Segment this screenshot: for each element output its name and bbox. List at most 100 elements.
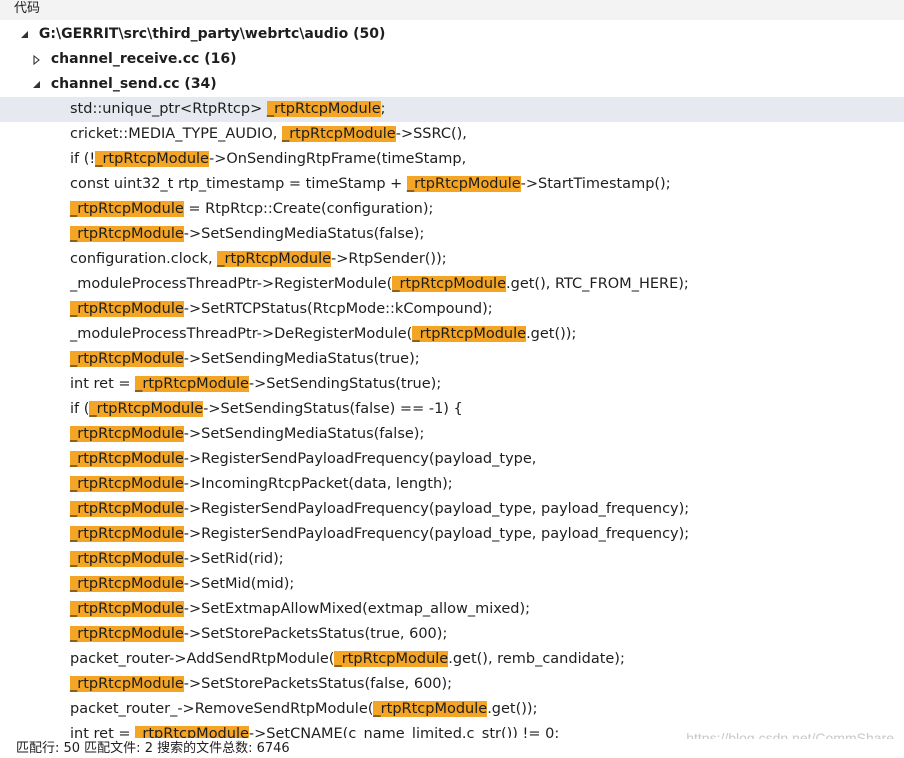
- code-text: packet_router->AddSendRtpModule(: [70, 651, 335, 667]
- match-line[interactable]: std::unique_ptr<RtpRtcp> _rtpRtcpModule;: [0, 97, 904, 122]
- match-highlight: _rtpRtcpModule: [412, 326, 527, 342]
- code-text: ->SetRTCPStatus(RtcpMode::kCompound);: [183, 301, 493, 317]
- code-text: cricket::MEDIA_TYPE_AUDIO,: [70, 126, 282, 142]
- code-text: std::unique_ptr<RtpRtcp>: [70, 101, 267, 117]
- match-highlight: _rtpRtcpModule: [70, 576, 184, 592]
- code-text: ->RegisterSendPayloadFrequency(payload_t…: [183, 526, 690, 542]
- match-highlight: _rtpRtcpModule: [70, 426, 184, 442]
- match-line[interactable]: _moduleProcessThreadPtr->RegisterModule(…: [0, 272, 904, 297]
- match-line[interactable]: _rtpRtcpModule->SetSendingMediaStatus(tr…: [0, 347, 904, 372]
- tree-file-channel-send[interactable]: channel_send.cc (34): [0, 72, 904, 97]
- match-highlight: _rtpRtcpModule: [70, 526, 184, 542]
- match-line[interactable]: if (_rtpRtcpModule->SetSendingStatus(fal…: [0, 397, 904, 422]
- match-line[interactable]: _rtpRtcpModule = RtpRtcp::Create(configu…: [0, 197, 904, 222]
- match-highlight: _rtpRtcpModule: [70, 676, 184, 692]
- code-text: .get(), remb_candidate);: [448, 651, 625, 667]
- match-highlight: _rtpRtcpModule: [406, 176, 521, 192]
- code-text: ->SetCNAME(c_name_limited.c_str()) != 0;: [248, 726, 560, 738]
- match-highlight: _rtpRtcpModule: [70, 626, 184, 642]
- tree-root-folder[interactable]: G:\GERRIT\src\third_party\webrtc\audio (…: [0, 22, 904, 47]
- match-line[interactable]: _rtpRtcpModule->IncomingRtcpPacket(data,…: [0, 472, 904, 497]
- match-highlight: _rtpRtcpModule: [70, 551, 184, 567]
- code-text: ->SetStorePacketsStatus(true, 600);: [183, 626, 448, 642]
- code-text: int ret =: [70, 376, 136, 392]
- match-line[interactable]: _rtpRtcpModule->RegisterSendPayloadFrequ…: [0, 497, 904, 522]
- tree-file-channel-receive[interactable]: channel_receive.cc (16): [0, 47, 904, 72]
- collapsed-triangle-icon[interactable]: [32, 47, 44, 72]
- match-line[interactable]: configuration.clock, _rtpRtcpModule->Rtp…: [0, 247, 904, 272]
- tree-file-label: channel_send.cc (34): [50, 76, 217, 92]
- match-line[interactable]: const uint32_t rtp_timestamp = timeStamp…: [0, 172, 904, 197]
- match-line[interactable]: _rtpRtcpModule->SetStorePacketsStatus(fa…: [0, 672, 904, 697]
- code-text: ->RtpSender());: [331, 251, 447, 267]
- match-line[interactable]: _rtpRtcpModule->SetExtmapAllowMixed(extm…: [0, 597, 904, 622]
- match-highlight: _rtpRtcpModule: [392, 276, 506, 292]
- match-line[interactable]: _rtpRtcpModule->SetRid(rid);: [0, 547, 904, 572]
- match-line[interactable]: _rtpRtcpModule->RegisterSendPayloadFrequ…: [0, 447, 904, 472]
- code-text: ->SSRC(),: [395, 126, 467, 142]
- match-highlight: _rtpRtcpModule: [266, 101, 381, 117]
- match-highlight: _rtpRtcpModule: [135, 726, 249, 738]
- code-text: ;: [380, 101, 386, 117]
- match-line[interactable]: _rtpRtcpModule->SetSendingMediaStatus(fa…: [0, 222, 904, 247]
- match-line[interactable]: _rtpRtcpModule->SetSendingMediaStatus(fa…: [0, 422, 904, 447]
- expanded-triangle-icon[interactable]: [20, 22, 32, 47]
- match-line[interactable]: int ret = _rtpRtcpModule->SetSendingStat…: [0, 372, 904, 397]
- code-text: _moduleProcessThreadPtr->RegisterModule(: [70, 276, 393, 292]
- code-text: ->SetStorePacketsStatus(false, 600);: [183, 676, 453, 692]
- match-line[interactable]: _rtpRtcpModule->SetMid(mid);: [0, 572, 904, 597]
- match-highlight: _rtpRtcpModule: [70, 451, 184, 467]
- match-highlight: _rtpRtcpModule: [70, 201, 184, 217]
- match-highlight: _rtpRtcpModule: [70, 301, 184, 317]
- match-highlight: _rtpRtcpModule: [70, 601, 184, 617]
- match-highlight: _rtpRtcpModule: [281, 126, 396, 142]
- match-highlight: _rtpRtcpModule: [70, 501, 184, 517]
- match-line[interactable]: _moduleProcessThreadPtr->DeRegisterModul…: [0, 322, 904, 347]
- code-text: ->StartTimestamp();: [520, 176, 671, 192]
- code-text: ->OnSendingRtpFrame(timeStamp,: [208, 151, 467, 167]
- match-highlight: _rtpRtcpModule: [373, 701, 488, 717]
- code-text: if (!: [70, 151, 96, 167]
- code-text: ->SetRid(rid);: [183, 551, 284, 567]
- code-text: ->RegisterSendPayloadFrequency(payload_t…: [183, 451, 537, 467]
- code-text: .get());: [526, 326, 577, 342]
- code-text: .get(), RTC_FROM_HERE);: [506, 276, 689, 292]
- match-highlight: _rtpRtcpModule: [70, 226, 184, 242]
- tree-file-label: channel_receive.cc (16): [50, 51, 237, 67]
- match-line[interactable]: packet_router_->RemoveSendRtpModule(_rtp…: [0, 697, 904, 722]
- match-highlight: _rtpRtcpModule: [70, 351, 184, 367]
- expanded-triangle-icon[interactable]: [32, 72, 44, 97]
- match-highlight: _rtpRtcpModule: [89, 401, 204, 417]
- match-highlight: _rtpRtcpModule: [135, 376, 249, 392]
- match-line[interactable]: _rtpRtcpModule->RegisterSendPayloadFrequ…: [0, 522, 904, 547]
- code-text: ->SetSendingMediaStatus(true);: [183, 351, 420, 367]
- match-line[interactable]: _rtpRtcpModule->SetStorePacketsStatus(tr…: [0, 622, 904, 647]
- match-highlight: _rtpRtcpModule: [95, 151, 209, 167]
- code-text: ->SetMid(mid);: [183, 576, 295, 592]
- code-text: if (: [70, 401, 90, 417]
- tree-root-label: G:\GERRIT\src\third_party\webrtc\audio (…: [38, 26, 386, 42]
- code-text: ->SetSendingMediaStatus(false);: [183, 226, 425, 242]
- code-text: ->IncomingRtcpPacket(data, length);: [183, 476, 453, 492]
- match-line[interactable]: if (!_rtpRtcpModule->OnSendingRtpFrame(t…: [0, 147, 904, 172]
- code-text: configuration.clock,: [70, 251, 218, 267]
- code-text: ->SetSendingStatus(true);: [248, 376, 442, 392]
- match-highlight: _rtpRtcpModule: [217, 251, 332, 267]
- code-text: ->SetSendingMediaStatus(false);: [183, 426, 425, 442]
- match-highlight: _rtpRtcpModule: [334, 651, 449, 667]
- match-highlight: _rtpRtcpModule: [70, 476, 184, 492]
- code-text: const uint32_t rtp_timestamp = timeStamp…: [70, 176, 407, 192]
- panel-title: 代码: [0, 0, 904, 20]
- code-text: ->SetExtmapAllowMixed(extmap_allow_mixed…: [183, 601, 531, 617]
- status-bar: 匹配行: 50 匹配文件: 2 搜索的文件总数: 6746: [0, 739, 904, 758]
- code-text: ->RegisterSendPayloadFrequency(payload_t…: [183, 501, 690, 517]
- code-text: ->SetSendingStatus(false) == -1) {: [203, 401, 463, 417]
- match-line[interactable]: cricket::MEDIA_TYPE_AUDIO, _rtpRtcpModul…: [0, 122, 904, 147]
- code-text: .get());: [487, 701, 538, 717]
- find-results-tree: G:\GERRIT\src\third_party\webrtc\audio (…: [0, 20, 904, 738]
- match-line[interactable]: packet_router->AddSendRtpModule(_rtpRtcp…: [0, 647, 904, 672]
- match-line[interactable]: _rtpRtcpModule->SetRTCPStatus(RtcpMode::…: [0, 297, 904, 322]
- code-text: int ret =: [70, 726, 136, 738]
- code-text: _moduleProcessThreadPtr->DeRegisterModul…: [70, 326, 413, 342]
- code-text: = RtpRtcp::Create(configuration);: [183, 201, 434, 217]
